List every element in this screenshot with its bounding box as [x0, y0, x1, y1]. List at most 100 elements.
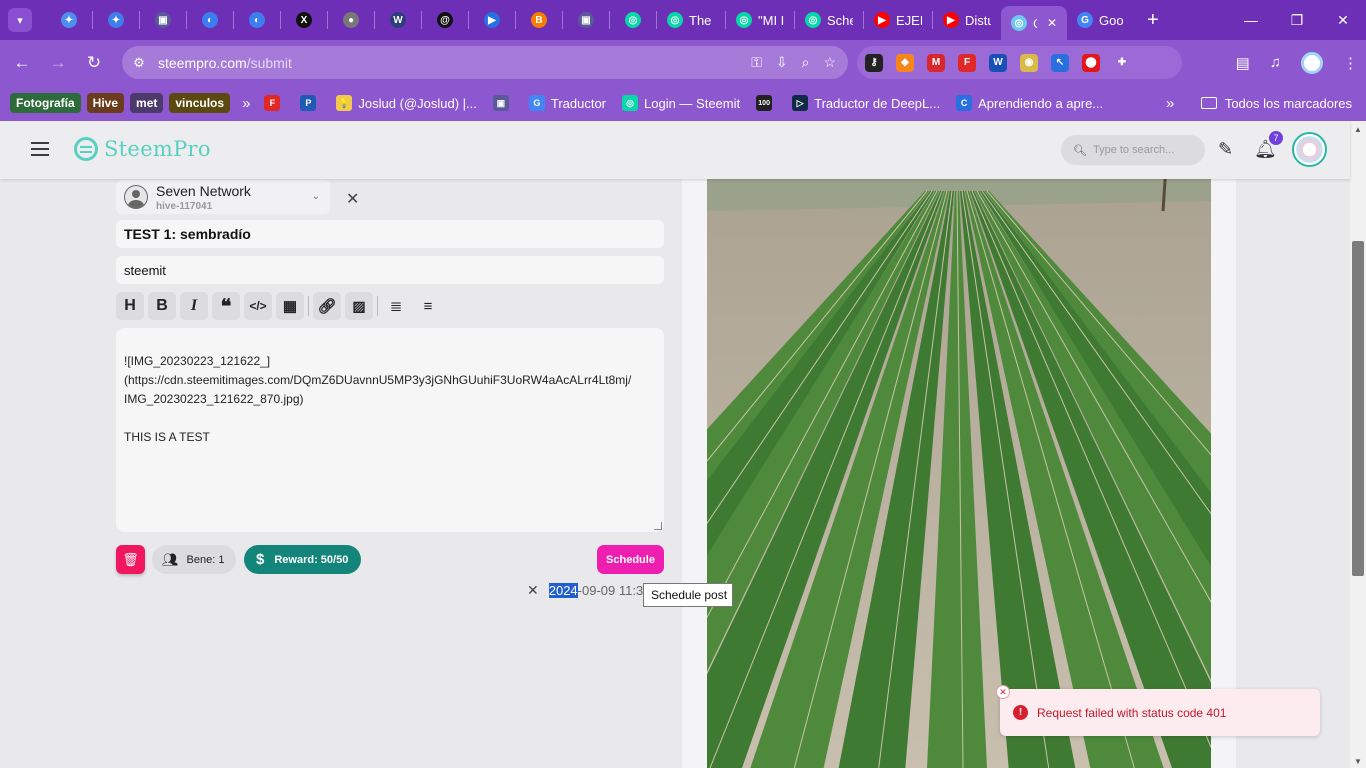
coin-icon[interactable]: ◉	[1020, 53, 1038, 72]
bookmark-item[interactable]: G Traductor	[528, 95, 606, 111]
scroll-up-icon[interactable]: ▲	[1354, 125, 1362, 134]
heading-icon[interactable]: H	[116, 292, 144, 320]
schedule-datetime-input[interactable]: 2024-09-09 11:30	[548, 582, 650, 598]
all-bookmarks-button[interactable]: Todos los marcadores	[1200, 85, 1352, 121]
forward-button[interactable]: →	[40, 45, 76, 81]
community-select[interactable]: Seven Network hive-117041 ⌄	[116, 180, 330, 214]
bookmark-item[interactable]: 💡 Joslud (@Joslud) |...	[336, 95, 477, 111]
flipboard-icon[interactable]: F	[958, 53, 976, 72]
pencil-icon[interactable]: ✎	[1218, 139, 1233, 160]
close-tab-icon[interactable]: ✕	[1047, 16, 1057, 30]
more-bookmarks-icon[interactable]: »	[1166, 95, 1174, 112]
delete-button[interactable]: 🗑︎	[116, 545, 145, 574]
close-window-button[interactable]: ✕	[1320, 0, 1366, 40]
align-justify-icon[interactable]: ≣	[382, 292, 410, 320]
media-controls-icon[interactable]: ♫	[1270, 54, 1281, 71]
clear-community-button[interactable]: ✕	[346, 189, 359, 209]
tags-input[interactable]	[116, 256, 664, 284]
bookmark-item[interactable]: C Aprendiendo a apre...	[956, 95, 1103, 111]
bookmark-folder-chip[interactable]: vinculos	[169, 93, 231, 113]
link-icon[interactable]: 🔗︎	[313, 292, 341, 320]
bookmark-star-icon[interactable]: ☆	[823, 54, 836, 71]
key-icon[interactable]: ⚷	[865, 53, 883, 72]
steempro-logo[interactable]: SteemPro	[74, 137, 211, 161]
new-tab-button[interactable]: +	[1147, 9, 1159, 32]
browser-tab[interactable]: G Goo	[1067, 4, 1135, 36]
reading-list-icon[interactable]: ▤	[1236, 54, 1250, 72]
bold-icon[interactable]: B	[148, 292, 176, 320]
menu-icon[interactable]	[31, 142, 49, 156]
site-info-icon[interactable]: ⚙	[126, 50, 152, 76]
browser-tab[interactable]: @	[422, 4, 468, 36]
search-input[interactable]	[1092, 144, 1203, 156]
italic-icon[interactable]: I	[180, 292, 208, 320]
browser-tab[interactable]: W	[375, 4, 421, 36]
browser-tab[interactable]: ▶ Distu	[933, 4, 1001, 36]
back-button[interactable]: ←	[4, 45, 40, 81]
url-text[interactable]: steempro.com/submit	[158, 55, 292, 71]
browser-tab[interactable]: ◐	[187, 4, 233, 36]
resize-handle[interactable]	[654, 522, 662, 530]
browser-tab-active[interactable]: ◎ C ✕	[1001, 6, 1067, 40]
browser-tab[interactable]: X	[281, 4, 327, 36]
address-bar[interactable]: ⚙ steempro.com/submit ⚿ ⇩ ⌕ ☆	[122, 46, 848, 79]
browser-tab[interactable]: ◎	[610, 4, 656, 36]
browser-tab[interactable]: ▣	[140, 4, 186, 36]
restore-button[interactable]: ❐	[1274, 0, 1320, 40]
toast-close-button[interactable]: ✕	[996, 685, 1010, 699]
post-body-textarea[interactable]: ![IMG_20230223_121622_] (https://cdn.stee…	[116, 328, 664, 532]
more-bookmarks-icon[interactable]: »	[242, 95, 250, 112]
w-extension-icon[interactable]: W	[989, 53, 1007, 72]
bookmark-item[interactable]: 100	[756, 95, 778, 111]
tab-title: EJEM	[896, 12, 922, 28]
scroll-down-icon[interactable]: ▼	[1354, 757, 1362, 766]
search-box[interactable]: 🔍︎	[1061, 135, 1205, 165]
profile-avatar[interactable]	[1301, 51, 1323, 74]
browser-tab[interactable]: B	[516, 4, 562, 36]
image-icon[interactable]: ▨	[345, 292, 373, 320]
browser-tab[interactable]: ✦	[46, 4, 92, 36]
schedule-button[interactable]: Schedule	[597, 545, 664, 574]
bookmark-item[interactable]: ▣	[492, 95, 515, 111]
bookmark-item[interactable]: ▷ Traductor de DeepL...	[792, 95, 940, 111]
zoom-icon[interactable]: ⌕	[802, 54, 810, 71]
scroll-thumb[interactable]	[1352, 241, 1364, 576]
clear-schedule-button[interactable]: ✕	[527, 582, 539, 599]
code-icon[interactable]: </>	[244, 292, 272, 320]
align-center-icon[interactable]: ≡	[414, 292, 442, 320]
page-scrollbar[interactable]: ▲ ▼	[1350, 121, 1366, 768]
browser-tab[interactable]: ▶ EJEM	[864, 4, 932, 36]
metamask-icon[interactable]: ◆	[896, 53, 914, 72]
bookmark-folder-chip[interactable]: Hive	[86, 93, 125, 113]
bookmark-item[interactable]: F	[264, 95, 286, 111]
browser-tab[interactable]: ◎ Sche	[795, 4, 863, 36]
bookmark-item[interactable]: P	[300, 95, 322, 111]
browser-tab[interactable]: ◐	[234, 4, 280, 36]
bookmark-folder-chip[interactable]: Fotografía	[10, 93, 81, 113]
bulb-icon: 💡	[336, 95, 353, 111]
bookmark-folder-chip[interactable]: met	[130, 93, 164, 113]
browser-tab[interactable]: ▶	[469, 4, 515, 36]
password-key-icon[interactable]: ⚿	[751, 54, 762, 71]
mega-icon[interactable]: M	[927, 53, 945, 72]
browser-tab[interactable]: ✦	[93, 4, 139, 36]
install-app-icon[interactable]: ⇩	[776, 54, 788, 71]
cursor-icon[interactable]: ↖	[1051, 53, 1069, 72]
browser-menu-icon[interactable]: ⋮	[1343, 54, 1358, 72]
minimize-button[interactable]: —	[1228, 0, 1274, 40]
puzzle-icon[interactable]: ✚	[1113, 53, 1131, 72]
bookmark-item[interactable]: ◎ Login — Steemit	[622, 95, 740, 111]
table-icon[interactable]: ▦	[276, 292, 304, 320]
quote-icon[interactable]: ❝	[212, 292, 240, 320]
tab-search-button[interactable]: ▾	[8, 8, 32, 32]
browser-tab[interactable]: ◎ "MI I	[726, 4, 794, 36]
user-avatar[interactable]	[1292, 132, 1327, 167]
reload-button[interactable]: ↻	[76, 45, 112, 81]
beneficiaries-button[interactable]: 👥︎ Bene: 1	[152, 545, 236, 574]
browser-tab[interactable]: ◎ The I	[657, 4, 725, 36]
reward-button[interactable]: $ Reward: 50/50	[244, 545, 361, 574]
browser-tab[interactable]: ▣	[563, 4, 609, 36]
title-input[interactable]	[116, 220, 664, 248]
keychain-icon[interactable]: ⬤	[1082, 53, 1100, 72]
browser-tab[interactable]: ●	[328, 4, 374, 36]
